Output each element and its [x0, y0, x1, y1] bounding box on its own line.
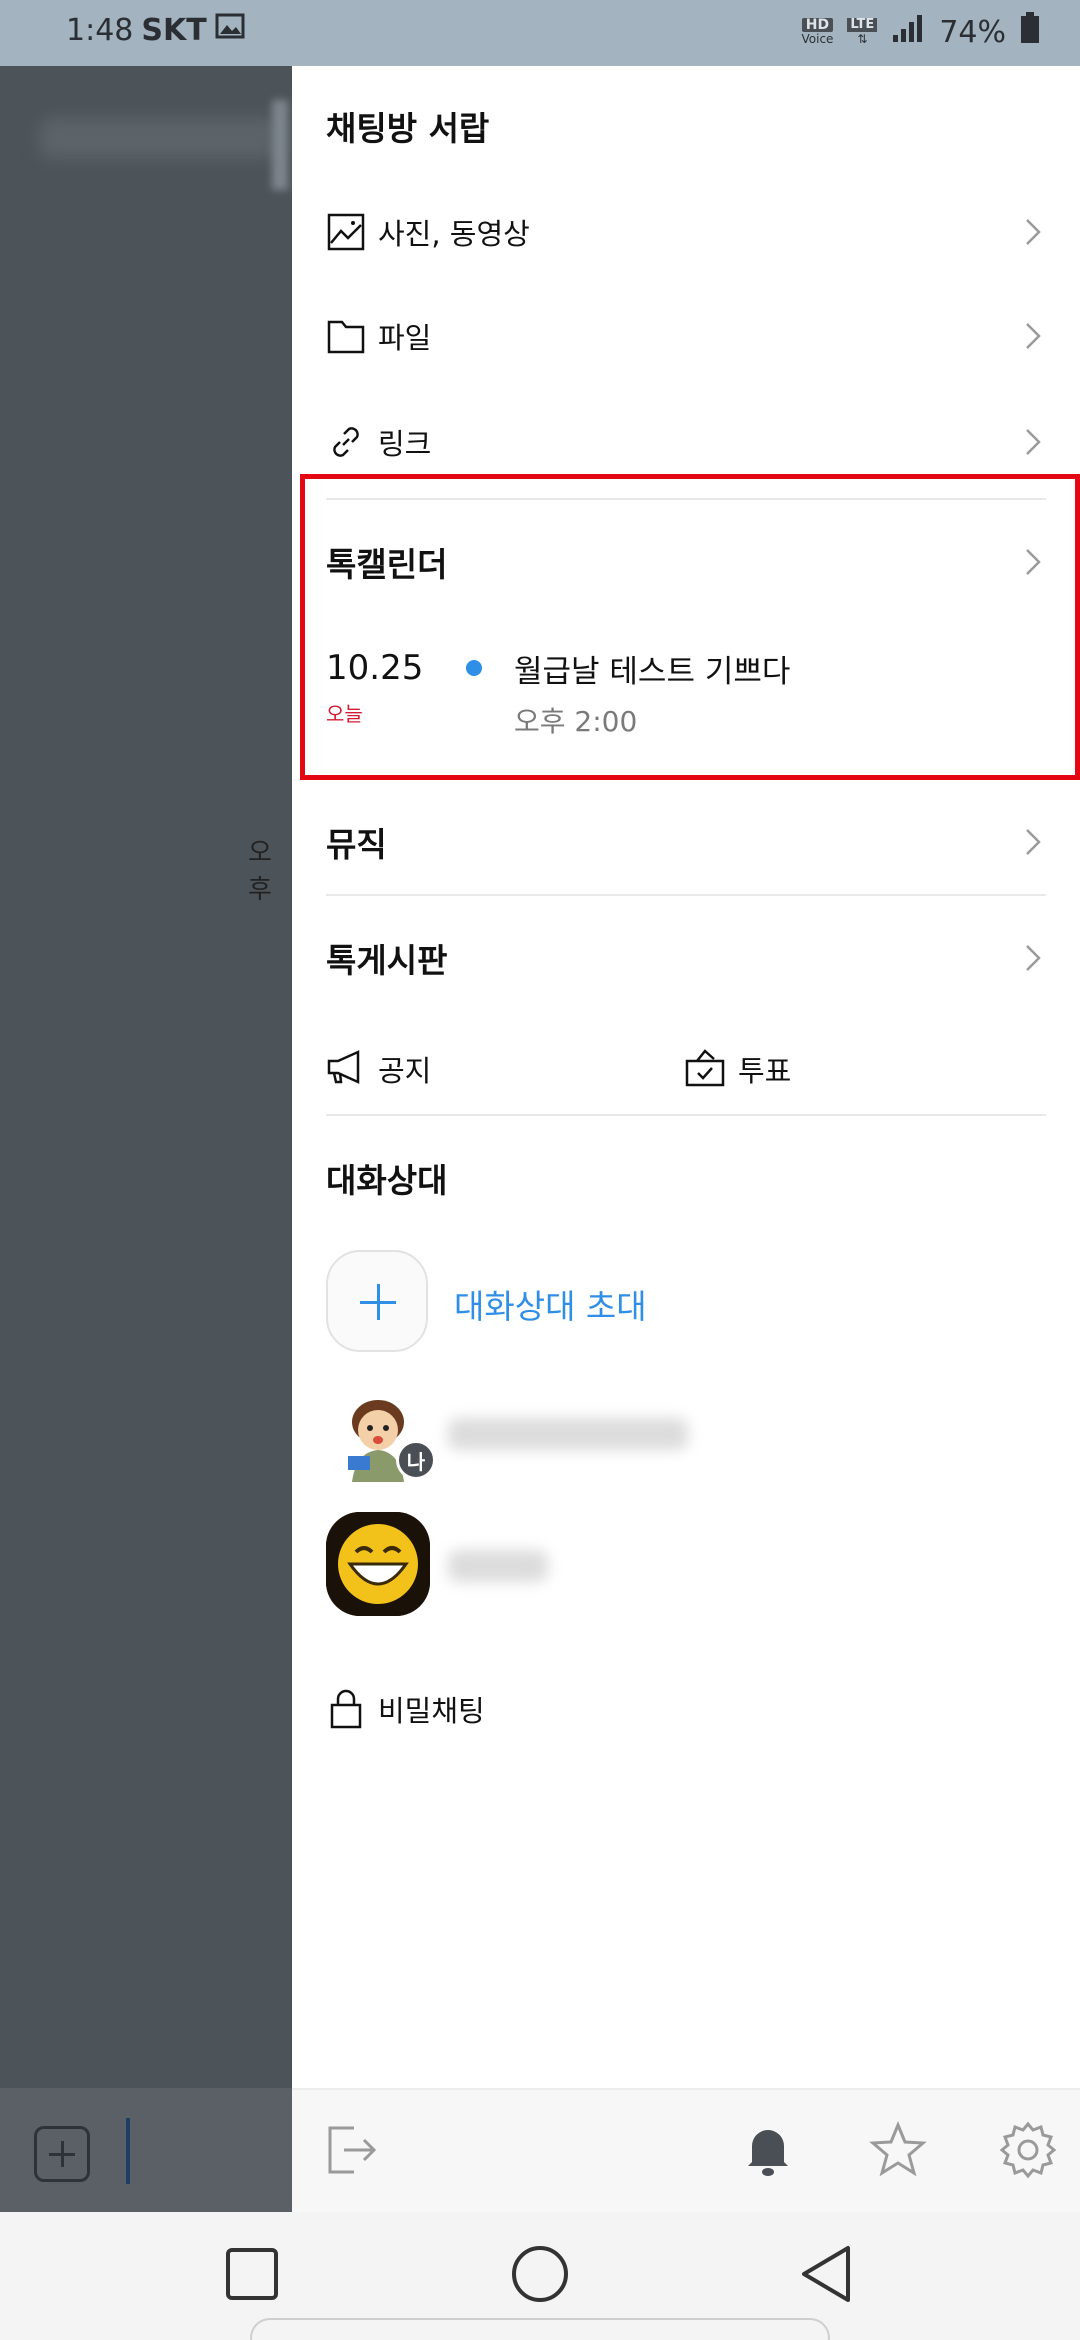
- battery-percent: 74%: [939, 14, 1006, 50]
- add-member-icon[interactable]: [326, 1250, 428, 1352]
- leave-chat-icon[interactable]: [322, 2120, 382, 2180]
- drawer-item-photos[interactable]: 사진, 동영상: [326, 202, 1050, 262]
- megaphone-icon: [326, 1048, 366, 1090]
- photo-icon: [326, 212, 366, 252]
- chat-input-bar: [0, 2088, 292, 2212]
- divider: [326, 894, 1046, 896]
- music-title: 뮤직: [326, 825, 387, 864]
- bell-icon[interactable]: [738, 2120, 798, 2180]
- notice-label: 공지: [378, 1054, 432, 1088]
- vote-button[interactable]: 투표: [684, 1044, 791, 1094]
- talk-board-header[interactable]: 톡게시판: [326, 928, 1050, 988]
- folder-icon: [326, 316, 366, 356]
- chevron-right-icon: [1016, 825, 1050, 859]
- secret-chat-label: 비밀채팅: [378, 1694, 485, 1728]
- star-icon[interactable]: [868, 2120, 928, 2180]
- drawer-action-bar: [292, 2088, 1080, 2212]
- chevron-right-icon: [1016, 215, 1050, 249]
- attach-plus-icon[interactable]: [34, 2126, 90, 2182]
- highlight-box: [300, 474, 1080, 780]
- blurred-member-name: [448, 1550, 548, 1582]
- drawer-item-label: 파일: [378, 321, 432, 355]
- signal-icon: [891, 13, 925, 51]
- link-icon: [326, 422, 366, 462]
- message-time-stub: 오후: [248, 838, 272, 905]
- gallery-notification-icon: [215, 12, 245, 48]
- drawer-item-label: 사진, 동영상: [378, 217, 530, 251]
- text-cursor: [126, 2118, 130, 2184]
- blurred-chat-title: [40, 118, 280, 158]
- dimmed-chat-overlay[interactable]: 오후: [0, 66, 292, 2212]
- members-title: 대화상대: [326, 1161, 448, 1200]
- blurred-edge: [272, 100, 288, 190]
- status-bar: 1:48 SKT HD Voice LTE ⇅ 74%: [0, 0, 1080, 66]
- drawer-item-label: 링크: [378, 427, 432, 461]
- drawer-item-music[interactable]: 뮤직: [326, 812, 1050, 872]
- gesture-handle[interactable]: [250, 2318, 830, 2340]
- divider: [326, 1114, 1046, 1116]
- chevron-right-icon: [1016, 319, 1050, 353]
- lock-icon: [326, 1689, 366, 1729]
- ballot-box-icon: [684, 1047, 726, 1091]
- status-time: 1:48: [66, 12, 134, 48]
- me-badge: 나: [396, 1440, 436, 1480]
- drawer-title: 채팅방 서랍: [326, 109, 490, 148]
- drawer-item-links[interactable]: 링크: [326, 412, 1050, 472]
- vote-label: 투표: [738, 1054, 792, 1088]
- chat-drawer-panel: 채팅방 서랍 사진, 동영상 파일 링크 톡캘린더 10.25 오늘 월급날 테…: [292, 66, 1080, 2212]
- secret-chat-item[interactable]: 비밀채팅: [326, 1684, 1050, 1734]
- chevron-right-icon: [1016, 425, 1050, 459]
- avatar: [326, 1512, 430, 1616]
- invite-label[interactable]: 대화상대 초대: [454, 1280, 647, 1328]
- drawer-item-files[interactable]: 파일: [326, 306, 1050, 366]
- lte-indicator: LTE ⇅: [847, 18, 878, 46]
- status-right: HD Voice LTE ⇅ 74%: [801, 12, 1040, 52]
- blurred-member-name: [448, 1418, 688, 1450]
- home-icon[interactable]: [500, 2234, 580, 2314]
- notice-button[interactable]: 공지: [326, 1044, 431, 1094]
- recent-apps-icon[interactable]: [212, 2234, 292, 2314]
- back-icon[interactable]: [788, 2234, 868, 2314]
- status-carrier: SKT: [141, 12, 207, 48]
- hd-voice-indicator: HD Voice: [801, 17, 834, 46]
- talk-board-title: 톡게시판: [326, 941, 448, 980]
- gear-icon[interactable]: [998, 2120, 1058, 2180]
- status-left: 1:48 SKT: [66, 12, 245, 48]
- battery-icon: [1020, 12, 1040, 52]
- chevron-right-icon: [1016, 941, 1050, 975]
